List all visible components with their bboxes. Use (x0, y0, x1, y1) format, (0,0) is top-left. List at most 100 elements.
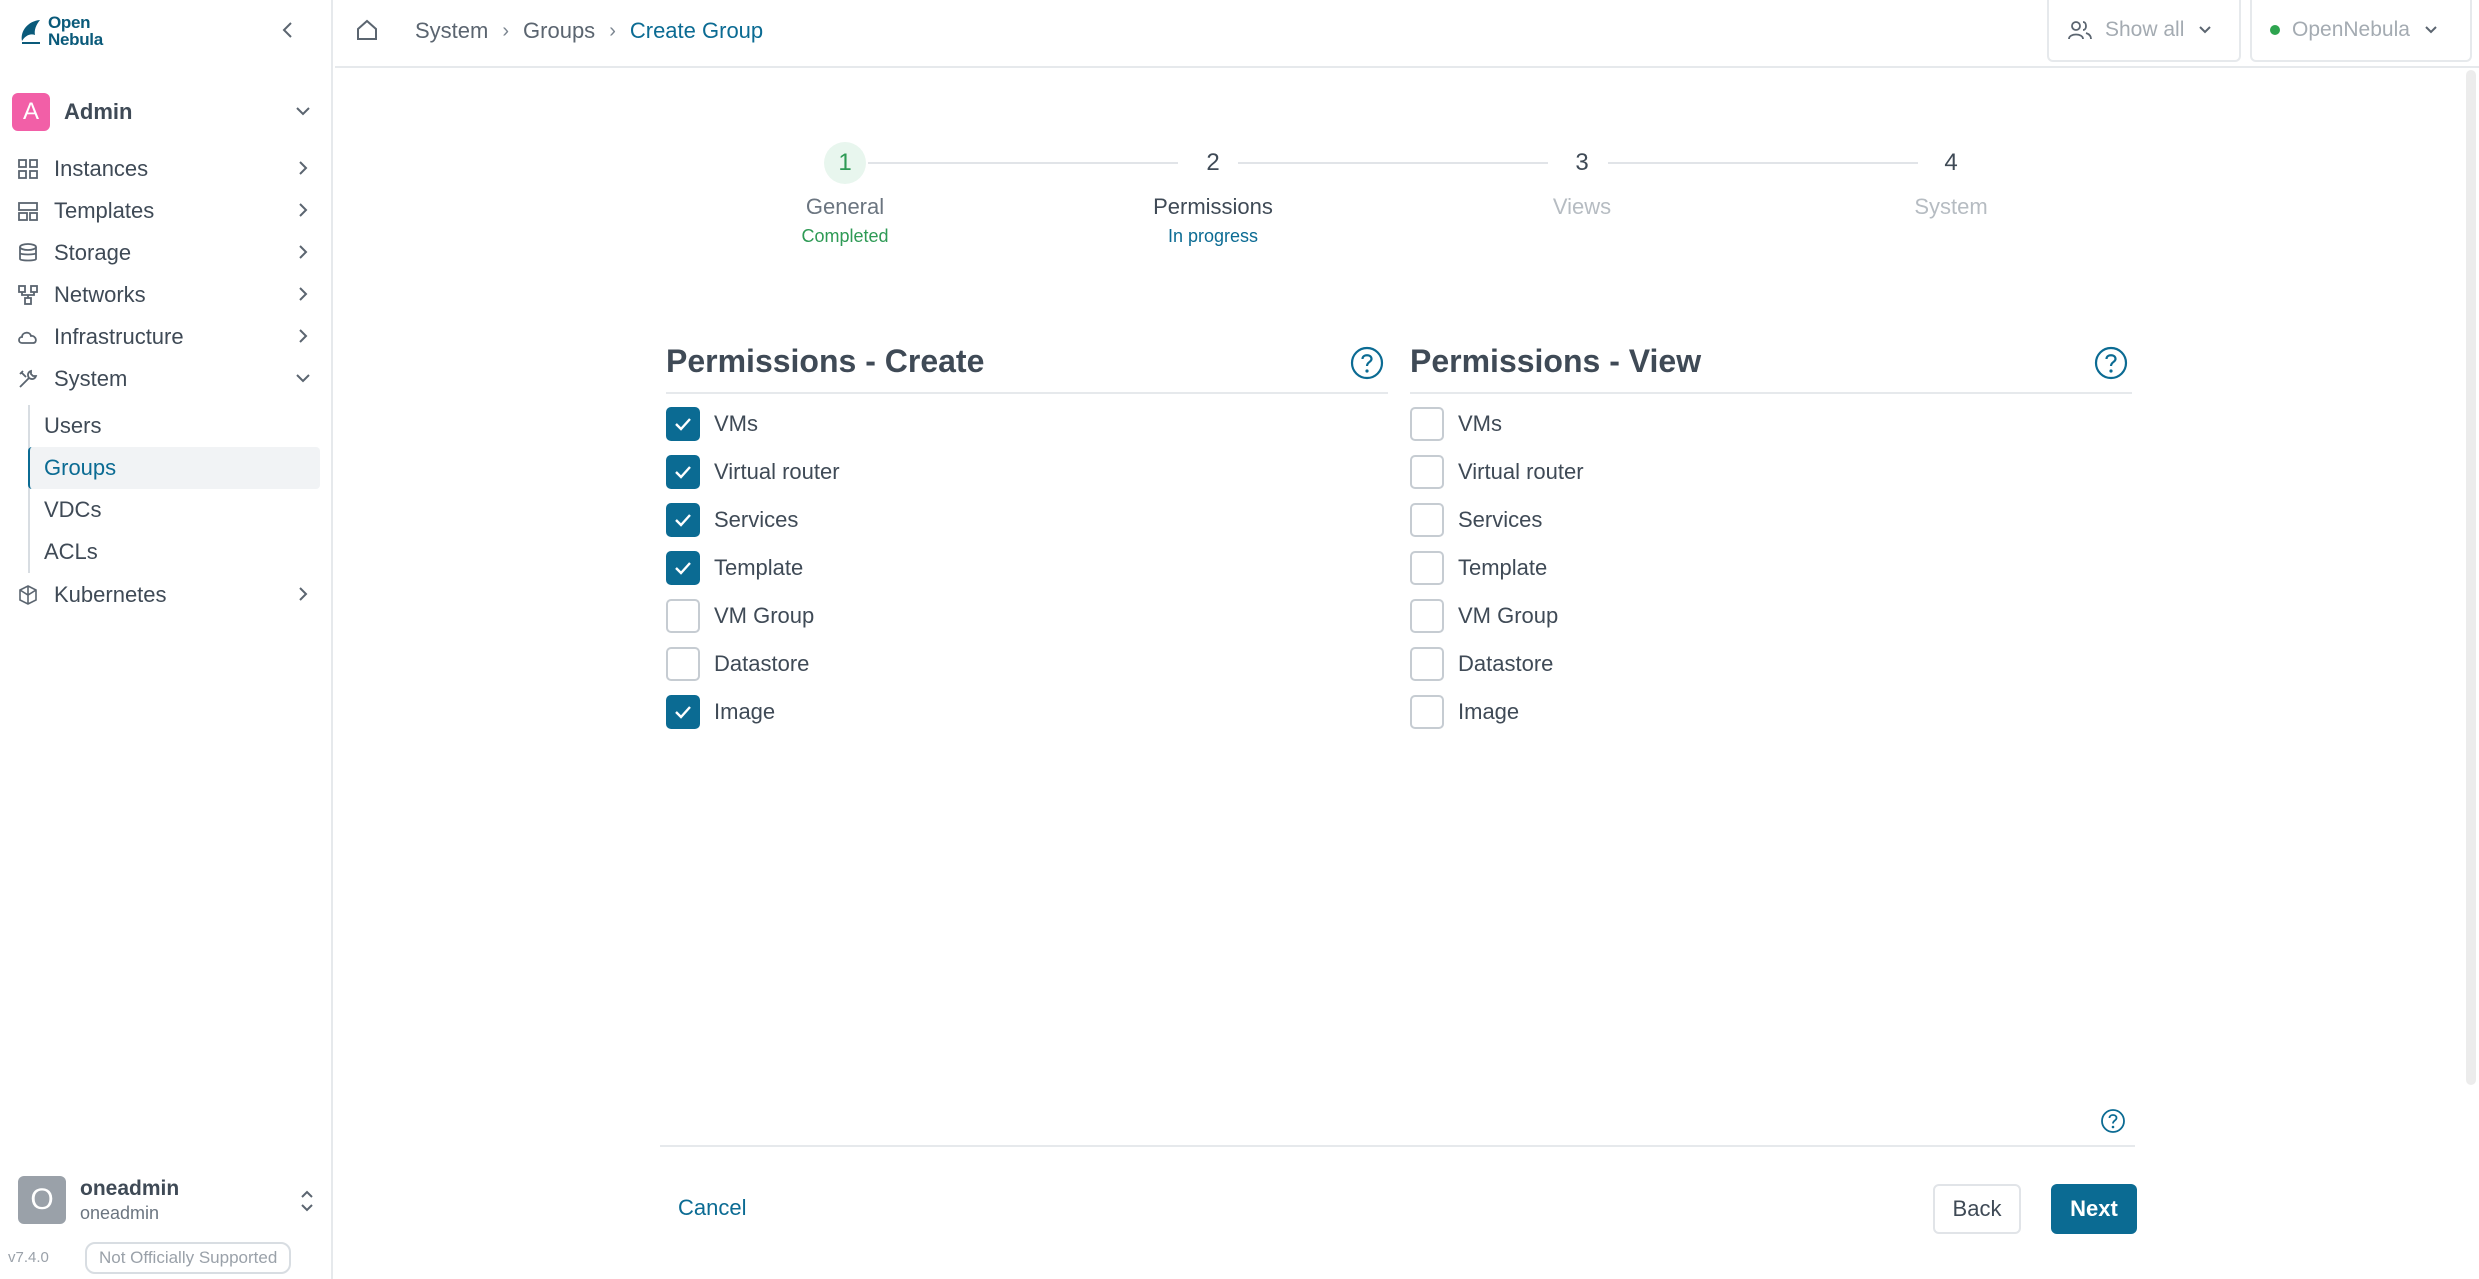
permission-checkbox[interactable] (666, 551, 700, 585)
permission-checkbox[interactable] (1410, 695, 1444, 729)
check-icon (675, 466, 691, 479)
view-label: Admin (64, 99, 133, 124)
help-icon (1350, 346, 1384, 380)
kubernetes-icon (14, 581, 42, 609)
permission-row[interactable]: Image (666, 688, 1388, 736)
permission-row[interactable]: Image (1410, 688, 2132, 736)
sidebar-item-instances[interactable]: Instances (14, 150, 314, 188)
permissions-create-title: Permissions - Create (666, 336, 1388, 394)
permission-row[interactable]: Datastore (666, 640, 1388, 688)
help-icon (2101, 1109, 2125, 1133)
permission-row[interactable]: VMs (1410, 400, 2132, 448)
permission-row[interactable]: Services (666, 496, 1388, 544)
user-group: oneadmin (80, 1202, 160, 1223)
sidebar-item-storage[interactable]: Storage (14, 234, 314, 272)
step-permissions[interactable]: 2 Permissions In progress (1093, 142, 1333, 247)
permission-label: Datastore (1458, 651, 1554, 676)
home-icon (357, 19, 377, 40)
sidebar-item-system[interactable]: System (14, 360, 314, 398)
home-button[interactable] (355, 18, 379, 47)
step-general[interactable]: 1 General Completed (725, 142, 965, 247)
chevron-right-icon (299, 587, 308, 601)
permission-checkbox[interactable] (666, 503, 700, 537)
step-title: Views (1552, 194, 1612, 219)
sidebar-item-infrastructure[interactable]: Infrastructure (14, 318, 314, 356)
logo-text-line2: Nebula (48, 30, 103, 49)
step-title: Permissions (1153, 194, 1273, 219)
permission-label: Services (714, 507, 799, 532)
permission-checkbox[interactable] (666, 647, 700, 681)
permission-checkbox[interactable] (1410, 407, 1444, 441)
permission-row[interactable]: Marketplace (666, 736, 1388, 740)
chevron-right-icon (299, 161, 308, 175)
sidebar-item-kubernetes[interactable]: Kubernetes (14, 576, 314, 614)
breadcrumb: System › Groups › Create Group (415, 18, 763, 44)
step-system[interactable]: 4 System (1831, 142, 2071, 220)
chevron-down-icon (2199, 26, 2212, 34)
permission-row[interactable]: Template (666, 544, 1388, 592)
check-icon (675, 562, 691, 575)
sidebar-item-users[interactable]: Users (30, 405, 320, 447)
user-avatar: O (18, 1176, 66, 1224)
permission-checkbox[interactable] (666, 455, 700, 489)
permission-checkbox[interactable] (666, 695, 700, 729)
sidebar-item-networks[interactable]: Networks (14, 276, 314, 314)
zone-status-dot (2270, 25, 2280, 35)
permission-checkbox[interactable] (666, 407, 700, 441)
opennebula-logo-icon (21, 20, 40, 44)
logo-text-line1: Open (48, 13, 91, 32)
back-button[interactable]: Back (1933, 1184, 2021, 1234)
sidebar-item-acls[interactable]: ACLs (30, 531, 320, 573)
chevron-right-icon (299, 203, 308, 217)
step-views[interactable]: 3 Views (1462, 142, 1702, 220)
permission-checkbox[interactable] (1410, 599, 1444, 633)
permission-row[interactable]: Services (1410, 496, 2132, 544)
permission-row[interactable]: VM Group (666, 592, 1388, 640)
instances-icon (14, 155, 42, 183)
group-filter-select[interactable]: Show all (2047, 0, 2241, 62)
step-number: 1 (824, 142, 866, 184)
permission-row[interactable]: Datastore (1410, 640, 2132, 688)
opennebula-logo[interactable]: Open Nebula (18, 14, 103, 48)
permission-checkbox[interactable] (1410, 647, 1444, 681)
permission-row[interactable]: Marketplace (1410, 736, 2132, 740)
permissions-create-list[interactable]: VMs Virtual router Services Template VM Grou… (666, 400, 1388, 740)
permission-checkbox[interactable] (1410, 551, 1444, 585)
user-menu[interactable]: O oneadmin oneadmin (18, 1172, 318, 1228)
permission-row[interactable]: Template (1410, 544, 2132, 592)
cancel-button[interactable]: Cancel (666, 1184, 758, 1232)
permission-checkbox[interactable] (666, 599, 700, 633)
permission-row[interactable]: Virtual router (666, 448, 1388, 496)
permission-row[interactable]: VMs (666, 400, 1388, 448)
cloud-icon (14, 323, 42, 351)
permission-checkbox[interactable] (1410, 503, 1444, 537)
collapse-sidebar-button[interactable] (276, 16, 300, 44)
page-scrollbar[interactable] (2466, 70, 2476, 1085)
sidebar-item-groups[interactable]: Groups (28, 447, 320, 489)
footer-help-button[interactable] (2100, 1108, 2126, 1139)
users-icon (2068, 21, 2092, 40)
permissions-view-list[interactable]: VMs Virtual router Services Template VM Grou… (1410, 400, 2132, 740)
permission-checkbox[interactable] (1410, 455, 1444, 489)
breadcrumb-groups[interactable]: Groups (523, 18, 595, 44)
app-version: v7.4.0 (8, 1249, 49, 1266)
sidebar-item-vdcs[interactable]: VDCs (30, 489, 320, 531)
permission-label: Template (1458, 555, 1548, 580)
view-selector[interactable]: A Admin (12, 92, 318, 132)
permissions-view-help-button[interactable] (2094, 346, 2128, 385)
breadcrumb-system[interactable]: System (415, 18, 488, 44)
permissions-view-title: Permissions - View (1410, 336, 2132, 394)
next-button[interactable]: Next (2051, 1184, 2137, 1234)
permissions-create-help-button[interactable] (1350, 346, 1384, 385)
group-filter-value: Show all (2105, 18, 2185, 41)
breadcrumb-create-group: Create Group (629, 18, 764, 43)
permission-row[interactable]: Virtual router (1410, 448, 2132, 496)
permission-label: VM Group (714, 603, 815, 628)
permission-row[interactable]: VM Group (1410, 592, 2132, 640)
sidebar-item-templates[interactable]: Templates (14, 192, 314, 230)
sidebar-item-label: Templates (54, 198, 155, 223)
sidebar-item-label: Networks (54, 282, 146, 307)
zone-select[interactable]: OpenNebula (2250, 0, 2472, 62)
footer-divider (660, 1145, 2135, 1147)
support-badge: Not Officially Supported (85, 1242, 292, 1274)
